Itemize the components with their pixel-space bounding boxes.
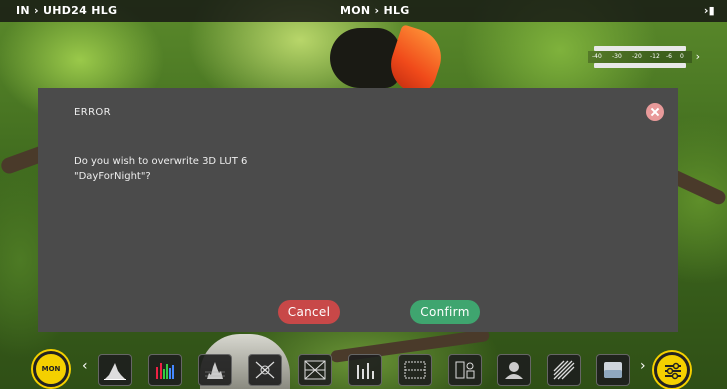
dialog-title: ERROR — [74, 107, 112, 118]
close-icon[interactable] — [646, 103, 664, 121]
error-dialog: ERROR Do you wish to overwrite 3D LUT 6 … — [38, 88, 678, 332]
focus-peaking-icon[interactable] — [248, 354, 282, 386]
scale-tick: -40 — [592, 53, 602, 60]
mon-label: MON — [41, 365, 61, 373]
audio-meter-scale: -40 -30 -20 -12 -6 0 — [588, 51, 692, 63]
tool-bar: MON ‹ › — [0, 344, 727, 389]
confirm-button[interactable]: Confirm — [410, 300, 480, 324]
scale-tick: -12 — [650, 53, 660, 60]
toucan-body — [330, 28, 400, 88]
audio-levels-icon[interactable] — [348, 354, 382, 386]
dialog-message-line: Do you wish to overwrite 3D LUT 6 — [74, 156, 248, 167]
battery-indicator[interactable]: ›▮ — [704, 4, 715, 17]
chevron-right-icon[interactable]: › — [640, 358, 646, 374]
status-bar: IN › UHD24 HLG MON › HLG ›▮ — [0, 0, 727, 22]
false-color-icon[interactable] — [298, 354, 332, 386]
mode-label[interactable]: MON › HLG — [340, 4, 410, 17]
mon-mode-button[interactable]: MON — [33, 351, 69, 387]
scale-tick: -30 — [612, 53, 622, 60]
chevron-left-icon[interactable]: ‹ — [82, 358, 88, 374]
zebra-icon[interactable] — [547, 354, 581, 386]
cancel-button[interactable]: Cancel — [278, 300, 340, 324]
lut-icon[interactable] — [596, 354, 630, 386]
anamorphic-desqueeze-icon[interactable] — [448, 354, 482, 386]
input-format-label[interactable]: IN › UHD24 HLG — [16, 4, 117, 17]
waveform-icon[interactable] — [98, 354, 132, 386]
audio-meter[interactable]: -40 -30 -20 -12 -6 0 › — [588, 44, 700, 70]
face-detect-icon[interactable] — [497, 354, 531, 386]
audio-meter-channel-2 — [594, 63, 686, 68]
frame-guides-icon[interactable] — [398, 354, 432, 386]
scale-tick: -20 — [632, 53, 642, 60]
settings-sliders-icon[interactable] — [654, 352, 690, 388]
dialog-message-line: "DayForNight"? — [74, 171, 151, 182]
rgb-parade-icon[interactable] — [148, 354, 182, 386]
dialog-message: Do you wish to overwrite 3D LUT 6 "DayFo… — [74, 154, 374, 184]
scale-tick: 0 — [680, 53, 684, 60]
vectorscope-histogram-icon[interactable] — [198, 354, 232, 386]
scale-tick: -6 — [666, 53, 672, 60]
chevron-right-icon[interactable]: › — [696, 50, 700, 63]
